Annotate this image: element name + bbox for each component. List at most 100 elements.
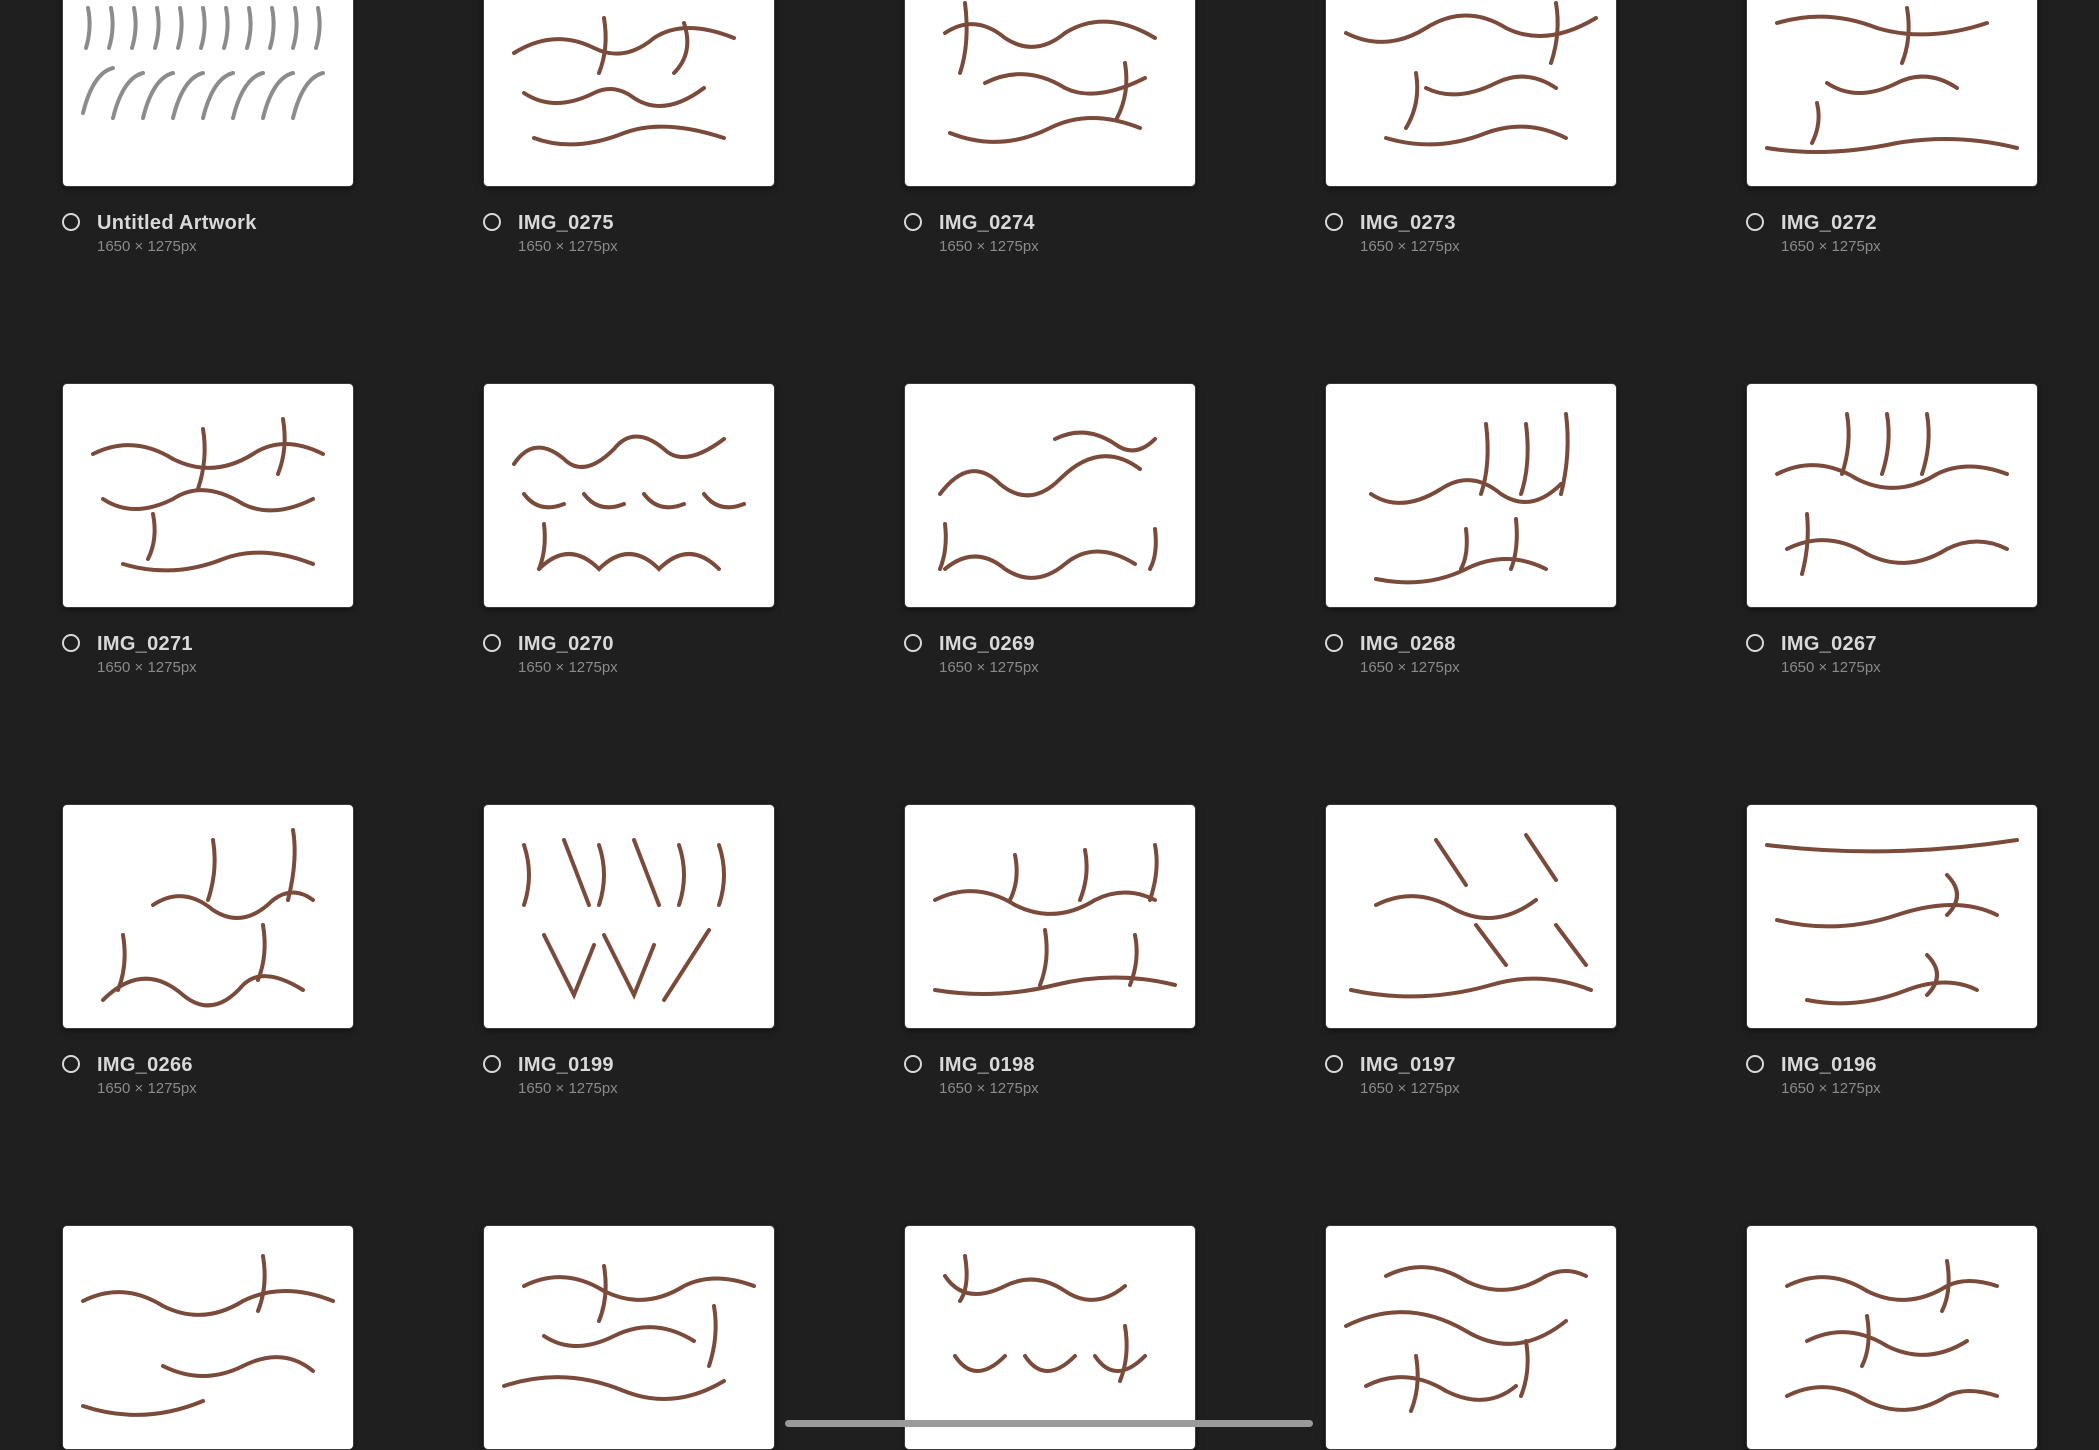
artwork-card[interactable]: IMG_0197 1650 × 1275px: [1325, 804, 1617, 1097]
artwork-dimensions: 1650 × 1275px: [97, 238, 197, 255]
artwork-dimensions: 1650 × 1275px: [1360, 1080, 1460, 1097]
artwork-thumbnail[interactable]: [483, 0, 775, 187]
selection-circle-icon[interactable]: [1325, 1055, 1343, 1073]
gray-strokes-sketch: [81, 6, 325, 120]
calligraphy-sketch: [91, 417, 325, 573]
selection-circle-icon[interactable]: [904, 213, 922, 231]
selection-circle-icon[interactable]: [1746, 213, 1764, 231]
selection-circle-icon[interactable]: [483, 213, 501, 231]
artwork-thumbnail[interactable]: [62, 804, 354, 1029]
artwork-card[interactable]: IMG_0268 1650 × 1275px: [1325, 383, 1617, 676]
artwork-card[interactable]: IMG_0266 1650 × 1275px: [62, 804, 354, 1097]
artwork-thumbnail[interactable]: [62, 383, 354, 608]
artwork-title[interactable]: IMG_0267: [1781, 633, 1877, 656]
selection-circle-icon[interactable]: [904, 1055, 922, 1073]
artwork-title[interactable]: IMG_0199: [518, 1054, 614, 1077]
artwork-meta: IMG_0198 1650 × 1275px: [904, 1029, 1196, 1097]
artwork-thumbnail[interactable]: [1746, 804, 2038, 1029]
artwork-thumbnail[interactable]: [904, 804, 1196, 1029]
artwork-title[interactable]: IMG_0268: [1360, 633, 1456, 656]
calligraphy-sketch: [1369, 412, 1570, 585]
artwork-card[interactable]: [1746, 1225, 2038, 1450]
artwork-title[interactable]: IMG_0271: [97, 633, 193, 656]
artwork-card[interactable]: IMG_0267 1650 × 1275px: [1746, 383, 2038, 676]
artwork-dimensions: 1650 × 1275px: [1781, 238, 1881, 255]
artwork-thumbnail[interactable]: [1325, 0, 1617, 187]
artwork-dimensions: 1650 × 1275px: [1360, 659, 1460, 676]
artwork-title[interactable]: IMG_0275: [518, 212, 614, 235]
artwork-card[interactable]: IMG_0269 1650 × 1275px: [904, 383, 1196, 676]
artwork-title[interactable]: IMG_0270: [518, 633, 614, 656]
artwork-title[interactable]: Untitled Artwork: [97, 212, 257, 235]
artwork-card[interactable]: IMG_0274 1650 × 1275px: [904, 0, 1196, 255]
artwork-card[interactable]: [1325, 1225, 1617, 1450]
artwork-dimensions: 1650 × 1275px: [97, 659, 197, 676]
artwork-card[interactable]: [483, 1225, 775, 1450]
artwork-thumbnail[interactable]: [1325, 804, 1617, 1029]
artwork-title[interactable]: IMG_0269: [939, 633, 1035, 656]
artwork-title[interactable]: IMG_0274: [939, 212, 1035, 235]
selection-circle-icon[interactable]: [1325, 213, 1343, 231]
artwork-dimensions: 1650 × 1275px: [939, 238, 1039, 255]
artwork-meta: IMG_0268 1650 × 1275px: [1325, 608, 1617, 676]
artwork-thumbnail[interactable]: [1325, 383, 1617, 608]
artwork-card[interactable]: [904, 1225, 1196, 1450]
artwork-thumbnail[interactable]: [1746, 1225, 2038, 1450]
artwork-meta: IMG_0197 1650 × 1275px: [1325, 1029, 1617, 1097]
selection-circle-icon[interactable]: [483, 1055, 501, 1073]
artwork-thumbnail[interactable]: [904, 1225, 1196, 1450]
artwork-thumbnail[interactable]: [62, 1225, 354, 1450]
artwork-thumbnail[interactable]: [483, 1225, 775, 1450]
artwork-title[interactable]: IMG_0272: [1781, 212, 1877, 235]
artwork-card[interactable]: IMG_0271 1650 × 1275px: [62, 383, 354, 676]
artwork-card[interactable]: [62, 1225, 354, 1450]
artwork-thumbnail[interactable]: [1325, 1225, 1617, 1450]
artwork-card[interactable]: IMG_0272 1650 × 1275px: [1746, 0, 2038, 255]
home-indicator[interactable]: [785, 1420, 1313, 1427]
calligraphy-sketch: [81, 1254, 335, 1417]
artwork-title[interactable]: IMG_0266: [97, 1054, 193, 1077]
artwork-title[interactable]: IMG_0198: [939, 1054, 1035, 1077]
calligraphy-sketch: [943, 1254, 1147, 1383]
artwork-thumbnail[interactable]: [1746, 0, 2038, 187]
selection-circle-icon[interactable]: [62, 634, 80, 652]
artwork-meta: IMG_0272 1650 × 1275px: [1746, 187, 2038, 255]
selection-circle-icon[interactable]: [62, 213, 80, 231]
artwork-title[interactable]: IMG_0196: [1781, 1054, 1877, 1077]
artwork-card[interactable]: IMG_0199 1650 × 1275px: [483, 804, 775, 1097]
calligraphy-sketch: [1765, 838, 2019, 1006]
artwork-thumbnail[interactable]: [1746, 383, 2038, 608]
selection-circle-icon[interactable]: [62, 1055, 80, 1073]
artwork-meta: IMG_0271 1650 × 1275px: [62, 608, 354, 676]
selection-circle-icon[interactable]: [483, 634, 501, 652]
artwork-meta: IMG_0199 1650 × 1275px: [483, 1029, 775, 1097]
artwork-title[interactable]: IMG_0273: [1360, 212, 1456, 235]
artwork-card[interactable]: Untitled Artwork 1650 × 1275px: [62, 0, 354, 255]
artwork-thumbnail[interactable]: [483, 804, 775, 1029]
artwork-title[interactable]: IMG_0197: [1360, 1054, 1456, 1077]
calligraphy-sketch: [512, 16, 736, 147]
artwork-card[interactable]: IMG_0273 1650 × 1275px: [1325, 0, 1617, 255]
calligraphy-sketch: [1765, 6, 2019, 154]
calligraphy-sketch: [502, 1264, 756, 1401]
artwork-meta: IMG_0275 1650 × 1275px: [483, 187, 775, 255]
artwork-card[interactable]: IMG_0196 1650 × 1275px: [1746, 804, 2038, 1097]
artwork-dimensions: 1650 × 1275px: [939, 659, 1039, 676]
calligraphy-sketch: [1775, 412, 2009, 576]
artwork-card[interactable]: IMG_0198 1650 × 1275px: [904, 804, 1196, 1097]
artwork-meta: Untitled Artwork 1650 × 1275px: [62, 187, 354, 255]
selection-circle-icon[interactable]: [1325, 634, 1343, 652]
artwork-thumbnail[interactable]: [483, 383, 775, 608]
artwork-dimensions: 1650 × 1275px: [97, 1080, 197, 1097]
selection-circle-icon[interactable]: [904, 634, 922, 652]
selection-circle-icon[interactable]: [1746, 1055, 1764, 1073]
selection-circle-icon[interactable]: [1746, 634, 1764, 652]
artwork-gallery: Untitled Artwork 1650 × 1275px IMG_0275 …: [0, 0, 2099, 1450]
artwork-dimensions: 1650 × 1275px: [518, 238, 618, 255]
artwork-thumbnail[interactable]: [62, 0, 354, 187]
artwork-card[interactable]: IMG_0270 1650 × 1275px: [483, 383, 775, 676]
artwork-thumbnail[interactable]: [904, 383, 1196, 608]
artwork-card[interactable]: IMG_0275 1650 × 1275px: [483, 0, 775, 255]
artwork-meta: IMG_0274 1650 × 1275px: [904, 187, 1196, 255]
artwork-thumbnail[interactable]: [904, 0, 1196, 187]
